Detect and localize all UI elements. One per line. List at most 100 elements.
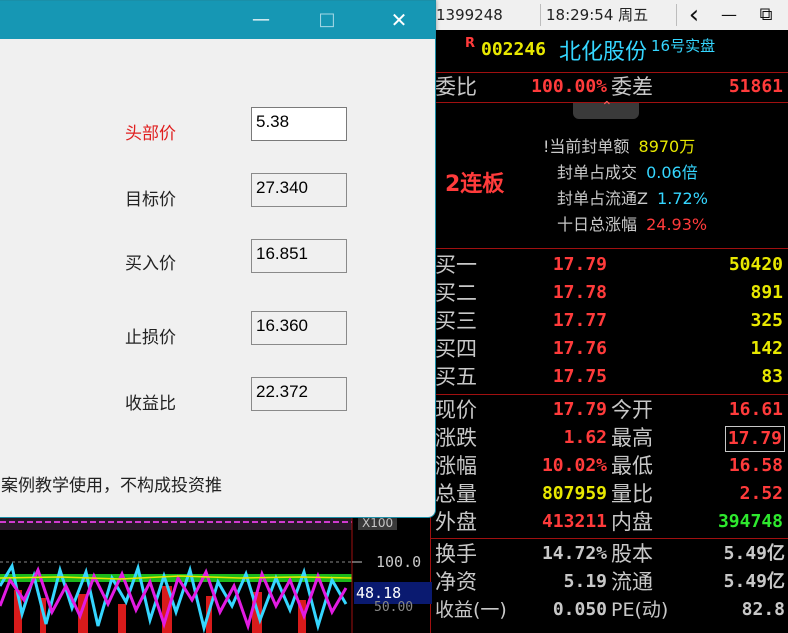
bid-label: 买三: [435, 309, 477, 333]
maximize-button[interactable]: □: [304, 1, 350, 39]
quote-row: 外盘 413211 内盘 394748: [431, 508, 788, 536]
clock-text: 18:29:54 周五: [546, 6, 649, 24]
account-code-fragment: 1399248: [436, 6, 503, 24]
fund-value: 5.49亿: [723, 543, 785, 564]
board-info-label: 十日总涨幅: [557, 215, 638, 234]
fund-value: 14.72%: [541, 543, 607, 564]
indicator-chart[interactable]: X100 100.0 48.18 50.00: [0, 516, 432, 633]
quote-label: 量比: [611, 482, 653, 506]
buy-price-field[interactable]: 16.851: [251, 239, 347, 273]
fund-value: 5.19: [563, 571, 607, 592]
limit-board-tag: 2连板: [445, 172, 505, 197]
collapse-tab[interactable]: ⌃: [573, 99, 639, 119]
quote-value-highlighted: 17.79: [724, 426, 785, 452]
board-info-label: 封单占流通Z: [557, 189, 648, 208]
quote-value: 16.58: [728, 455, 783, 476]
bid-volume: 50420: [728, 254, 783, 275]
fund-value: 0.050: [552, 599, 607, 620]
target-price-field[interactable]: 27.340: [251, 173, 347, 207]
bid-price: 17.77: [552, 310, 607, 331]
bid-volume: 325: [750, 310, 783, 331]
bid-price: 17.78: [552, 282, 607, 303]
restore-window-button[interactable]: ⧉: [752, 0, 780, 30]
stock-name[interactable]: 北化股份: [559, 34, 647, 66]
disclaimer-text: 案例教学使用，不构成投资推: [1, 476, 222, 496]
quote-value: 807959: [541, 483, 607, 504]
top-status-bar: 1399248 18:29:54 周五 ‹ — ⧉: [430, 0, 788, 31]
close-button[interactable]: ✕: [376, 1, 422, 39]
quote-label: 涨幅: [435, 454, 477, 478]
bid-label: 买二: [435, 281, 477, 305]
quote-label: 内盘: [611, 510, 653, 534]
profit-ratio-field[interactable]: 22.372: [251, 377, 347, 411]
fund-label: 股本: [611, 542, 653, 566]
fund-label: PE(动): [611, 599, 669, 621]
bid-row[interactable]: 买二 17.78 891: [431, 279, 788, 307]
fund-label: 收益(一): [435, 599, 507, 621]
bid-price: 17.79: [552, 254, 607, 275]
dialog-titlebar[interactable]: — □ ✕: [0, 1, 435, 39]
bid-row[interactable]: 买三 17.77 325: [431, 307, 788, 335]
divider: [676, 4, 677, 26]
bid-row[interactable]: 买四 17.76 142: [431, 335, 788, 363]
fund-value: 82.8: [741, 599, 785, 620]
weicha-label: 委差: [611, 75, 653, 99]
chart-lower-label: 50.00: [374, 600, 414, 615]
quote-row: 涨幅 10.02% 最低 16.58: [431, 452, 788, 480]
divider: [540, 4, 541, 26]
bid-row[interactable]: 买一 17.79 50420: [431, 251, 788, 279]
board-info: !当前封单额 8970万 封单占成交 0.06倍 封单占流通Z 1.72% 十日…: [543, 134, 788, 238]
board-info-row: 封单占成交 0.06倍: [543, 160, 788, 186]
head-price-input[interactable]: 5.38: [251, 107, 347, 141]
weibi-label: 委比: [435, 75, 477, 99]
chart-level-label: 100.0: [376, 553, 422, 571]
quote-value: 10.02%: [541, 455, 607, 476]
r-tag: R: [465, 36, 476, 51]
board-info-label: 封单占成交: [557, 163, 638, 182]
fund-label: 流通: [611, 570, 653, 594]
stock-code: 002246: [481, 39, 547, 60]
quote-row: 涨跌 1.62 最高 17.79: [431, 424, 788, 452]
quote-panel: R 002246 北化股份 16号实盘 委比 100.00% 委差 51861 …: [430, 30, 788, 633]
board-info-value: 8970万: [638, 137, 696, 156]
fund-row: 收益(一) 0.050 PE(动) 82.8: [431, 596, 788, 624]
board-info-value: 1.72%: [657, 189, 708, 208]
quote-row: 总量 807959 量比 2.52: [431, 480, 788, 508]
bid-volume: 83: [761, 366, 783, 387]
indicator-chart-svg: [0, 516, 362, 633]
bid-volume: 142: [750, 338, 783, 359]
board-info-label: !当前封单额: [543, 137, 630, 156]
fund-value: 5.49亿: [723, 571, 785, 592]
bid-row[interactable]: 买五 17.75 83: [431, 363, 788, 391]
minimize-button[interactable]: —: [238, 1, 284, 39]
weibi-row: 委比 100.00% 委差 51861: [431, 73, 788, 101]
fund-label: 净资: [435, 570, 477, 594]
board-info-row: 封单占流通Z 1.72%: [543, 186, 788, 212]
back-button[interactable]: ‹: [680, 0, 708, 30]
field-label-target-price: 目标价: [125, 190, 176, 210]
quote-label: 今开: [611, 398, 653, 422]
divider: [431, 538, 788, 539]
quote-value: 413211: [541, 511, 607, 532]
quote-label: 外盘: [435, 510, 477, 534]
quote-label: 涨跌: [435, 426, 477, 450]
fund-row: 换手 14.72% 股本 5.49亿: [431, 540, 788, 568]
quote-label: 最高: [611, 426, 653, 450]
stop-loss-field[interactable]: 16.360: [251, 311, 347, 345]
calculator-dialog: — □ ✕ 头部价 5.38 目标价 27.340 买入价 16.851 止损价…: [0, 0, 436, 518]
quote-label: 现价: [435, 398, 477, 422]
quote-value: 17.79: [552, 399, 607, 420]
weicha-value: 51861: [728, 76, 783, 97]
quote-label: 最低: [611, 454, 653, 478]
divider: [431, 248, 788, 249]
field-label-profit-ratio: 收益比: [125, 394, 176, 414]
quote-label: 总量: [435, 482, 477, 506]
fund-label: 换手: [435, 542, 477, 566]
chevron-up-icon: ⌃: [601, 99, 613, 115]
stock-subtitle: 16号实盘: [651, 37, 716, 55]
minimize-window-button[interactable]: —: [715, 0, 743, 30]
quote-row: 现价 17.79 今开 16.61: [431, 396, 788, 424]
field-label-buy-price: 买入价: [125, 254, 176, 274]
quote-value: 1.62: [563, 427, 607, 448]
quote-value: 2.52: [739, 483, 783, 504]
